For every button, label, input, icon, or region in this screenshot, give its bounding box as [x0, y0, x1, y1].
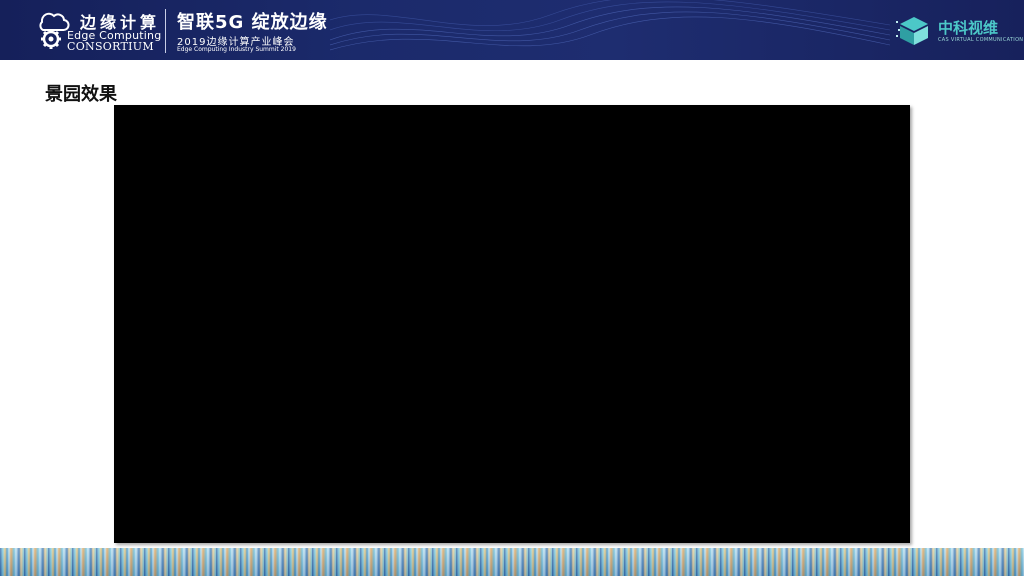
org-name-en-line2: CONSORTIUM	[67, 40, 154, 53]
section-title: 景园效果	[45, 84, 117, 105]
video-player[interactable]	[114, 105, 910, 543]
summit-name-en: Edge Computing Industry Summit 2019	[177, 46, 296, 53]
banner-wave-decoration	[330, 0, 890, 51]
edge-computing-logo-icon	[39, 12, 70, 49]
partner-name-en: CAS VIRTUAL COMMUNICATION	[938, 37, 1024, 43]
summit-slogan: 智联5G 绽放边缘	[177, 12, 328, 33]
header-banner: 边缘计算 Edge Computing CONSORTIUM 智联5G 绽放边缘…	[0, 0, 1024, 60]
footer-decorative-strip	[0, 548, 1024, 576]
header-divider	[165, 9, 166, 53]
partner-name-cn: 中科视维	[938, 19, 999, 37]
partner-logo-icon	[896, 17, 928, 45]
